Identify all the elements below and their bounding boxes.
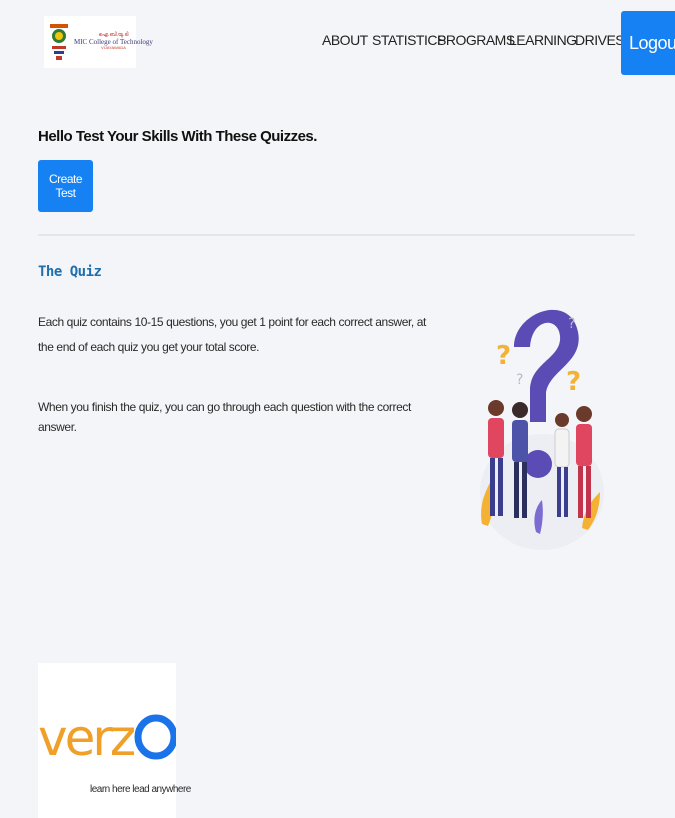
- nav-drives[interactable]: DRIVES: [575, 32, 625, 48]
- college-emblem-icon: [50, 24, 68, 60]
- greeting-heading: Hello Test Your Skills With These Quizze…: [38, 128, 317, 145]
- logout-button[interactable]: Logout: [621, 11, 675, 75]
- nav-learning[interactable]: LEARNING: [509, 32, 577, 48]
- section-divider: [38, 234, 635, 236]
- create-test-button[interactable]: Create Test: [38, 160, 93, 212]
- svg-text:?: ?: [566, 367, 581, 397]
- nav-statistics[interactable]: STATISTICS: [372, 32, 446, 48]
- navbar: ഐ.ബി.യു.ടി MIC College of Technology VIJ…: [0, 0, 675, 80]
- nav-about[interactable]: ABOUT: [322, 32, 368, 48]
- nav-programs[interactable]: PROGRAMS: [437, 32, 515, 48]
- quiz-section-title: The Quiz: [38, 264, 102, 280]
- quiz-description: Each quiz contains 10-15 questions, you …: [38, 315, 426, 354]
- svg-text:?: ?: [516, 372, 523, 388]
- college-logo[interactable]: ഐ.ബി.യു.ടി MIC College of Technology VIJ…: [44, 16, 153, 68]
- verzeo-wordmark: verz: [38, 709, 135, 767]
- svg-text:?: ?: [568, 316, 575, 332]
- people-question-mark-illustration: ? ? ? ?: [480, 309, 604, 550]
- svg-text:?: ?: [496, 341, 511, 371]
- quiz-review-note: When you finish the quiz, you can go thr…: [38, 400, 411, 434]
- logo-sub-line: VIJAYAWADA: [101, 45, 126, 51]
- verzeo-partner-logo[interactable]: verz learn here lead anywhere: [38, 663, 191, 818]
- verzeo-logo-icon: verz: [38, 709, 176, 767]
- verzeo-tagline: learn here lead anywhere: [90, 784, 191, 795]
